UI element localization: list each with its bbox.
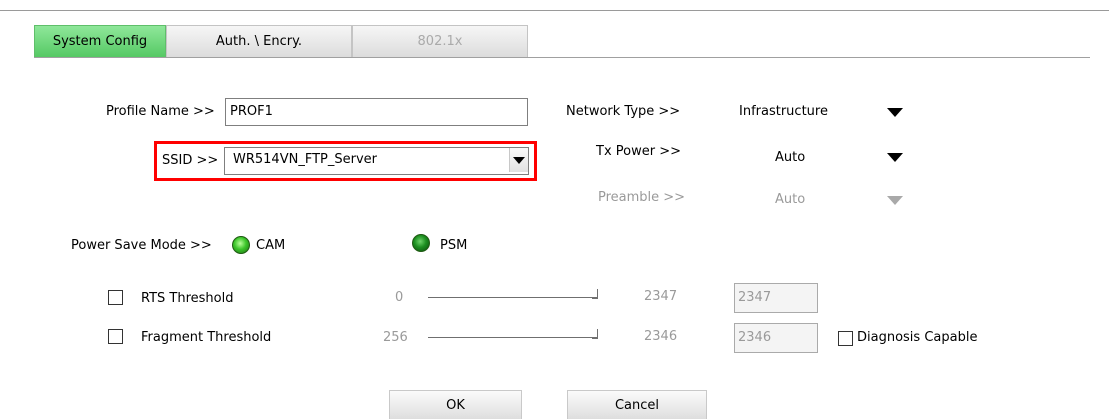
fragment-slider-thumb[interactable] <box>592 329 598 339</box>
fragment-threshold-input[interactable]: 2346 <box>734 323 818 353</box>
network-type-value: Infrastructure <box>739 104 828 119</box>
network-type-dropdown-icon[interactable] <box>887 108 903 117</box>
rts-slider-thumb[interactable] <box>592 289 598 299</box>
ssid-combobox[interactable]: WR514VN_FTP_Server <box>224 147 529 175</box>
tab-system-config[interactable]: System Config <box>34 25 166 57</box>
ssid-dropdown-button[interactable] <box>509 148 528 172</box>
tab-underline <box>34 57 1090 58</box>
diagnosis-capable-checkbox[interactable] <box>838 331 853 346</box>
chevron-down-icon <box>513 156 525 164</box>
preamble-label: Preamble >> <box>598 190 686 205</box>
rts-threshold-checkbox[interactable] <box>108 290 123 305</box>
cam-radio[interactable] <box>232 236 250 254</box>
preamble-dropdown-icon[interactable] <box>887 196 903 205</box>
ssid-value: WR514VN_FTP_Server <box>233 152 377 167</box>
profile-name-input[interactable]: PROF1 <box>225 98 528 126</box>
cancel-button[interactable]: Cancel <box>567 390 707 419</box>
rts-slider-track[interactable] <box>428 297 598 298</box>
fragment-slider-track[interactable] <box>428 337 598 338</box>
ok-button[interactable]: OK <box>389 390 522 419</box>
preamble-value: Auto <box>775 192 806 207</box>
fragment-threshold-checkbox[interactable] <box>108 329 123 344</box>
rts-max-value: 2347 <box>644 289 678 304</box>
fragment-threshold-label: Fragment Threshold <box>141 330 272 345</box>
rts-threshold-label: RTS Threshold <box>141 291 234 306</box>
diagnosis-capable-label: Diagnosis Capable <box>857 330 978 345</box>
tab-auth-encry[interactable]: Auth. \ Encry. <box>166 25 352 57</box>
tab-8021x[interactable]: 802.1x <box>352 25 528 57</box>
profile-name-label: Profile Name >> <box>106 104 215 119</box>
psm-label: PSM <box>440 238 468 253</box>
ssid-label: SSID >> <box>162 153 219 168</box>
psm-radio[interactable] <box>412 234 430 252</box>
cam-label: CAM <box>256 238 286 253</box>
power-save-mode-label: Power Save Mode >> <box>71 238 212 253</box>
network-type-label: Network Type >> <box>566 104 681 119</box>
top-divider <box>0 10 1109 11</box>
rts-threshold-input[interactable]: 2347 <box>734 283 818 313</box>
rts-min-value: 0 <box>395 290 404 305</box>
fragment-min-value: 256 <box>383 330 408 345</box>
tx-power-dropdown-icon[interactable] <box>887 153 903 162</box>
tx-power-value: Auto <box>775 150 806 165</box>
tx-power-label: Tx Power >> <box>596 144 681 159</box>
fragment-max-value: 2346 <box>644 329 678 344</box>
